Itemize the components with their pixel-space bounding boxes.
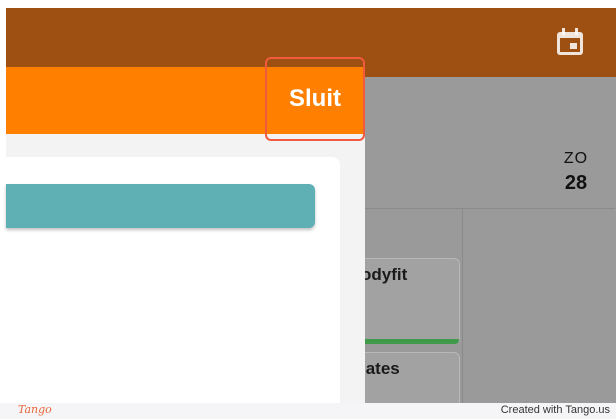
close-button[interactable]: Sluit	[265, 57, 365, 141]
day-name: ZO	[563, 150, 589, 167]
event-card-label: lates	[361, 359, 400, 378]
calendar-icon[interactable]	[554, 26, 586, 58]
footer: Tango Created with Tango.us	[0, 403, 616, 419]
event-card-label: odyfit	[361, 265, 408, 284]
panel-action-button[interactable]	[6, 184, 315, 228]
footer-credit: Created with Tango.us	[500, 404, 610, 416]
day-number: 28	[564, 172, 588, 194]
grid-line-vertical	[462, 208, 463, 403]
tango-logo: Tango	[18, 403, 52, 416]
day-header[interactable]: ZO 28	[545, 150, 607, 195]
grid-line-horizontal	[365, 208, 615, 209]
